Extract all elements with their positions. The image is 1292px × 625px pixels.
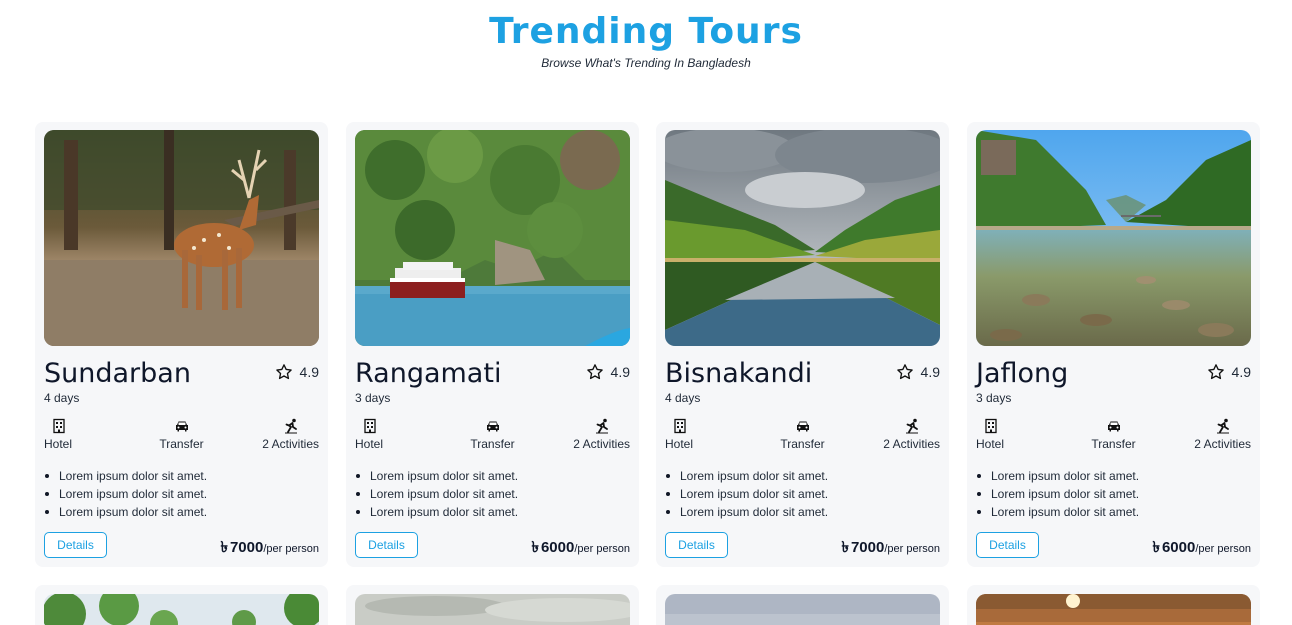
tour-duration: 4 days — [665, 391, 701, 405]
list-item: Lorem ipsum dolor sit amet. — [665, 467, 828, 485]
list-item: Lorem ipsum dolor sit amet. — [355, 467, 518, 485]
star-icon — [275, 364, 292, 380]
price-amount: 6000 — [1161, 539, 1196, 556]
activity-icon — [1217, 418, 1229, 434]
taka-icon: ৳ — [841, 539, 849, 556]
tour-name: Bisnakandi — [665, 358, 813, 389]
price-amount: 7000 — [229, 539, 264, 556]
feature-transfer-label: Transfer — [470, 437, 515, 451]
activity-icon — [285, 418, 297, 434]
car-icon — [486, 421, 499, 432]
activity-icon — [596, 418, 608, 434]
details-button[interactable]: Details — [355, 532, 418, 558]
tour-rating: 4.9 — [275, 363, 319, 381]
tour-image — [665, 130, 940, 346]
tour-image — [355, 130, 630, 346]
details-button[interactable]: Details — [665, 532, 728, 558]
tour-duration: 4 days — [44, 391, 80, 405]
tour-image — [44, 594, 319, 625]
tour-rating: 4.9 — [896, 363, 940, 381]
tour-highlights: Lorem ipsum dolor sit amet. Lorem ipsum … — [355, 467, 518, 521]
tour-name: Jaflong — [976, 358, 1069, 389]
taka-icon: ৳ — [531, 539, 539, 556]
feature-transfer-label: Transfer — [780, 437, 825, 451]
tour-duration: 3 days — [976, 391, 1012, 405]
tour-features: Hotel Transfer 2 Activities — [976, 418, 1251, 452]
list-item: Lorem ipsum dolor sit amet. — [976, 503, 1139, 521]
page-subtitle: Browse What's Trending In Bangladesh — [541, 56, 751, 70]
feature-activities: 2 Activities — [573, 418, 630, 451]
tour-price: ৳ 6000 /per person — [1152, 536, 1251, 561]
car-icon — [175, 421, 188, 432]
tour-image — [665, 594, 940, 625]
tour-card — [346, 585, 639, 625]
car-icon — [1107, 421, 1120, 432]
tour-features: Hotel Transfer 2 Activities — [355, 418, 630, 452]
tour-name: Rangamati — [355, 358, 502, 389]
tour-rating: 4.9 — [1207, 363, 1251, 381]
tour-price: ৳ 7000 /per person — [841, 536, 940, 561]
price-amount: 6000 — [540, 539, 575, 556]
rating-value: 4.9 — [299, 364, 319, 380]
feature-activities-label: 2 Activities — [573, 437, 630, 451]
tour-price: ৳ 6000 /per person — [531, 536, 630, 561]
tour-card: Sundarban 4.9 4 days Hotel Transfer 2 Ac… — [35, 122, 328, 567]
car-icon — [796, 421, 809, 432]
tour-highlights: Lorem ipsum dolor sit amet. Lorem ipsum … — [44, 467, 207, 521]
taka-icon: ৳ — [1152, 539, 1160, 556]
feature-activities: 2 Activities — [262, 418, 319, 451]
tour-card: Bisnakandi 4.9 4 days Hotel Transfer 2 A… — [656, 122, 949, 567]
rating-value: 4.9 — [920, 364, 940, 380]
feature-activities: 2 Activities — [1194, 418, 1251, 451]
list-item: Lorem ipsum dolor sit amet. — [44, 485, 207, 503]
tour-features: Hotel Transfer 2 Activities — [44, 418, 319, 452]
list-item: Lorem ipsum dolor sit amet. — [355, 485, 518, 503]
list-item: Lorem ipsum dolor sit amet. — [355, 503, 518, 521]
feature-activities-label: 2 Activities — [262, 437, 319, 451]
tour-card — [967, 585, 1260, 625]
price-unit: /per person — [1195, 543, 1251, 555]
price-unit: /per person — [884, 543, 940, 555]
tour-rating: 4.9 — [586, 363, 630, 381]
tour-features: Hotel Transfer 2 Activities — [665, 418, 940, 452]
tour-price: ৳ 7000 /per person — [220, 536, 319, 561]
price-amount: 7000 — [850, 539, 885, 556]
activity-icon — [906, 418, 918, 434]
star-icon — [896, 364, 913, 380]
tour-card — [656, 585, 949, 625]
feature-activities-label: 2 Activities — [1194, 437, 1251, 451]
page-title: Trending Tours — [489, 11, 803, 52]
list-item: Lorem ipsum dolor sit amet. — [665, 485, 828, 503]
tour-highlights: Lorem ipsum dolor sit amet. Lorem ipsum … — [976, 467, 1139, 521]
page-header: Trending Tours Browse What's Trending In… — [0, 10, 1292, 70]
taka-icon: ৳ — [220, 539, 228, 556]
tour-image — [976, 594, 1251, 625]
rating-value: 4.9 — [1231, 364, 1251, 380]
list-item: Lorem ipsum dolor sit amet. — [44, 467, 207, 485]
list-item: Lorem ipsum dolor sit amet. — [665, 503, 828, 521]
details-button[interactable]: Details — [976, 532, 1039, 558]
price-unit: /per person — [574, 543, 630, 555]
tour-card: Rangamati 4.9 3 days Hotel Transfer 2 Ac… — [346, 122, 639, 567]
tour-name: Sundarban — [44, 358, 191, 389]
tour-image — [44, 130, 319, 346]
feature-transfer-label: Transfer — [1091, 437, 1136, 451]
feature-activities: 2 Activities — [883, 418, 940, 451]
rating-value: 4.9 — [610, 364, 630, 380]
feature-activities-label: 2 Activities — [883, 437, 940, 451]
tour-image — [355, 594, 630, 625]
tour-duration: 3 days — [355, 391, 391, 405]
feature-transfer-label: Transfer — [159, 437, 204, 451]
tour-card — [35, 585, 328, 625]
tour-highlights: Lorem ipsum dolor sit amet. Lorem ipsum … — [665, 467, 828, 521]
star-icon — [586, 364, 603, 380]
star-icon — [1207, 364, 1224, 380]
price-unit: /per person — [263, 543, 319, 555]
tour-card: Jaflong 4.9 3 days Hotel Transfer 2 Acti… — [967, 122, 1260, 567]
list-item: Lorem ipsum dolor sit amet. — [44, 503, 207, 521]
details-button[interactable]: Details — [44, 532, 107, 558]
list-item: Lorem ipsum dolor sit amet. — [976, 467, 1139, 485]
tour-image — [976, 130, 1251, 346]
list-item: Lorem ipsum dolor sit amet. — [976, 485, 1139, 503]
